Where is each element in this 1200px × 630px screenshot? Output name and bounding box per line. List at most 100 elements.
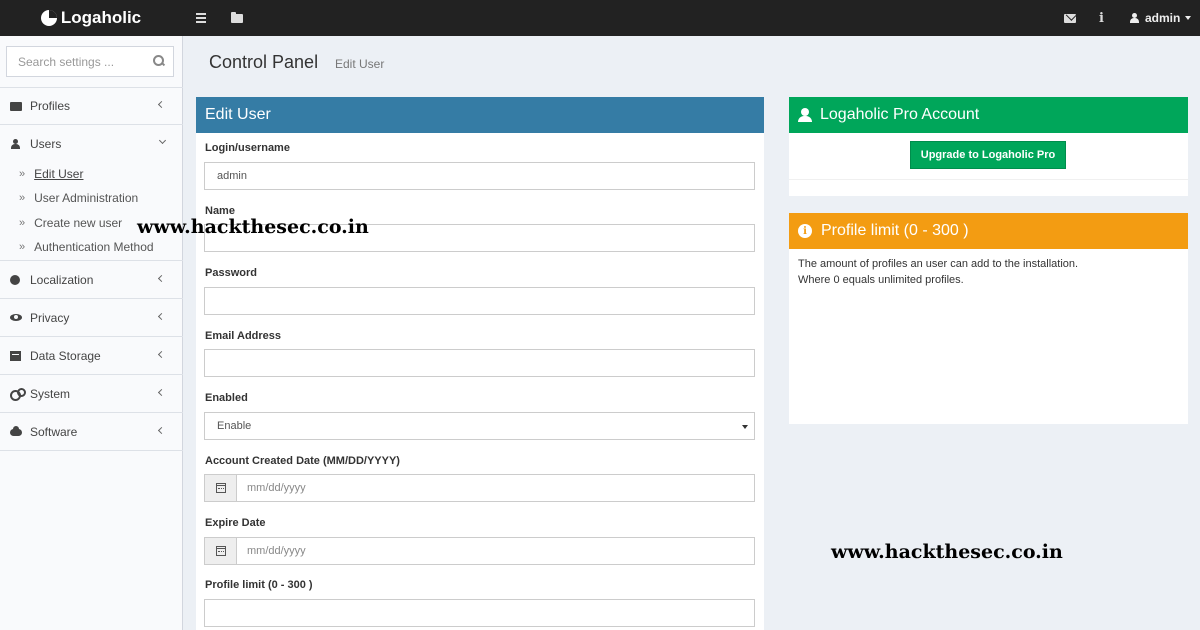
angle-double-right-icon: »: [19, 241, 26, 253]
edit-user-box-header: Edit User: [196, 97, 764, 133]
calendar-icon: [215, 483, 226, 493]
bars-icon: [196, 11, 206, 25]
sidebar-toggle-button[interactable]: [196, 0, 206, 36]
edit-user-box: Edit User Login/username Name Password E…: [196, 97, 764, 630]
profiles-button[interactable]: [231, 0, 243, 36]
sidebar: Profiles Users » Edit User » User Admini…: [0, 36, 183, 630]
angle-double-right-icon: »: [19, 168, 26, 180]
pie-chart-icon: [40, 10, 57, 26]
sidebar-item-label: Users: [30, 136, 62, 151]
created-date-addon[interactable]: [205, 475, 237, 501]
profile-limit-label: Profile limit (0 - 300 ): [205, 579, 313, 591]
chevron-left-icon: [157, 350, 166, 359]
sidebar-item-label: Localization: [30, 272, 94, 287]
box-title: Logaholic Pro Account: [820, 106, 980, 123]
login-input[interactable]: [204, 162, 755, 190]
user-icon: [798, 108, 812, 122]
sidebar-item-label: Profiles: [30, 98, 71, 113]
sidebar-subitem-create-new-user[interactable]: » Create new user: [19, 213, 122, 233]
info-button[interactable]: i: [1099, 0, 1104, 36]
angle-double-right-icon: »: [19, 217, 26, 229]
page-subtitle: Edit User: [335, 57, 385, 71]
chevron-left-icon: [157, 388, 166, 397]
folder-open-icon: [231, 11, 243, 23]
watermark-text: www.hackthesec.co.in: [831, 541, 1063, 563]
chevron-down-icon: [158, 136, 167, 145]
box-title: Profile limit (0 - 300 ): [821, 222, 969, 239]
profile-limit-info-box: i Profile limit (0 - 300 ) The amount of…: [789, 213, 1188, 424]
expire-date-field: [204, 537, 755, 565]
sidebar-search: [6, 46, 174, 77]
sidebar-subitem-edit-user[interactable]: » Edit User: [19, 164, 83, 184]
divider: [0, 450, 183, 451]
eye-icon: [10, 312, 22, 324]
password-label: Password: [205, 267, 257, 279]
enabled-label: Enabled: [205, 392, 248, 404]
cloud-icon: [10, 425, 22, 438]
expire-date-addon[interactable]: [205, 538, 237, 564]
info-text-line-1: The amount of profiles an user can add t…: [798, 258, 1079, 270]
brand-logo[interactable]: Logaholic: [0, 0, 182, 36]
expire-date-input[interactable]: [237, 538, 754, 564]
sidebar-item-localization[interactable]: Localization: [0, 261, 182, 298]
upgrade-button[interactable]: Upgrade to Logaholic Pro: [910, 141, 1066, 169]
info-icon: i: [1099, 10, 1104, 26]
expire-date-label: Expire Date: [205, 517, 266, 529]
caret-down-icon: [742, 425, 748, 429]
created-date-label: Account Created Date (MM/DD/YYYY): [205, 455, 400, 467]
gears-icon: [10, 387, 26, 401]
sidebar-item-profiles[interactable]: Profiles: [0, 87, 182, 124]
enabled-select[interactable]: Enable: [204, 412, 755, 440]
caret-down-icon: [1185, 16, 1192, 20]
user-menu-dropdown[interactable]: admin: [1130, 0, 1192, 36]
user-icon: [1130, 13, 1139, 23]
profile-limit-input[interactable]: [204, 599, 755, 627]
folder-open-icon: [10, 100, 22, 112]
sidebar-item-privacy[interactable]: Privacy: [0, 299, 182, 336]
content-header: Control Panel Edit User: [184, 36, 1200, 88]
sidebar-item-label: Software: [30, 424, 78, 439]
search-input[interactable]: [7, 47, 147, 76]
login-label: Login/username: [205, 142, 290, 154]
info-circle-icon: i: [798, 224, 812, 238]
user-name: admin: [1145, 11, 1181, 25]
top-navbar: Logaholic i admin: [0, 0, 1200, 36]
info-text-line-2: Where 0 equals unlimited profiles.: [798, 274, 964, 286]
hdd-icon: [10, 350, 22, 362]
chevron-left-icon: [157, 100, 166, 109]
email-input[interactable]: [204, 349, 755, 377]
subitem-label: Create new user: [34, 216, 123, 230]
brand-name: Logaholic: [60, 8, 142, 27]
sidebar-item-label: Privacy: [30, 310, 70, 325]
search-icon[interactable]: [153, 55, 165, 67]
messages-button[interactable]: [1064, 0, 1076, 36]
email-label: Email Address: [205, 330, 282, 342]
sidebar-item-label: Data Storage: [30, 348, 101, 363]
sidebar-item-system[interactable]: System: [0, 375, 182, 412]
sidebar-subitem-user-administration[interactable]: » User Administration: [19, 188, 138, 208]
created-date-field: [204, 474, 755, 502]
sidebar-item-data-storage[interactable]: Data Storage: [0, 337, 182, 374]
chevron-left-icon: [157, 426, 166, 435]
sidebar-item-label: System: [30, 386, 71, 401]
subitem-label: Edit User: [34, 167, 84, 181]
created-date-input[interactable]: [237, 475, 754, 501]
watermark-text: www.hackthesec.co.in: [137, 216, 369, 238]
divider: [789, 179, 1188, 180]
chevron-left-icon: [157, 274, 166, 283]
angle-double-right-icon: »: [19, 192, 26, 204]
password-input[interactable]: [204, 287, 755, 315]
subitem-label: User Administration: [34, 191, 139, 205]
subitem-label: Authentication Method: [34, 240, 154, 254]
globe-icon: [10, 274, 22, 286]
sidebar-item-software[interactable]: Software: [0, 413, 182, 450]
enabled-select-value: Enable: [217, 420, 252, 432]
user-icon: [10, 138, 22, 150]
sidebar-item-users[interactable]: Users: [0, 125, 182, 162]
box-title: Edit User: [205, 106, 271, 123]
sidebar-subitem-authentication-method[interactable]: » Authentication Method: [19, 237, 154, 257]
pro-account-box: Logaholic Pro Account Upgrade to Logahol…: [789, 97, 1188, 196]
pro-account-box-header: Logaholic Pro Account: [789, 97, 1188, 133]
page-title: Control Panel: [209, 52, 319, 72]
profile-limit-box-header: i Profile limit (0 - 300 ): [789, 213, 1188, 249]
